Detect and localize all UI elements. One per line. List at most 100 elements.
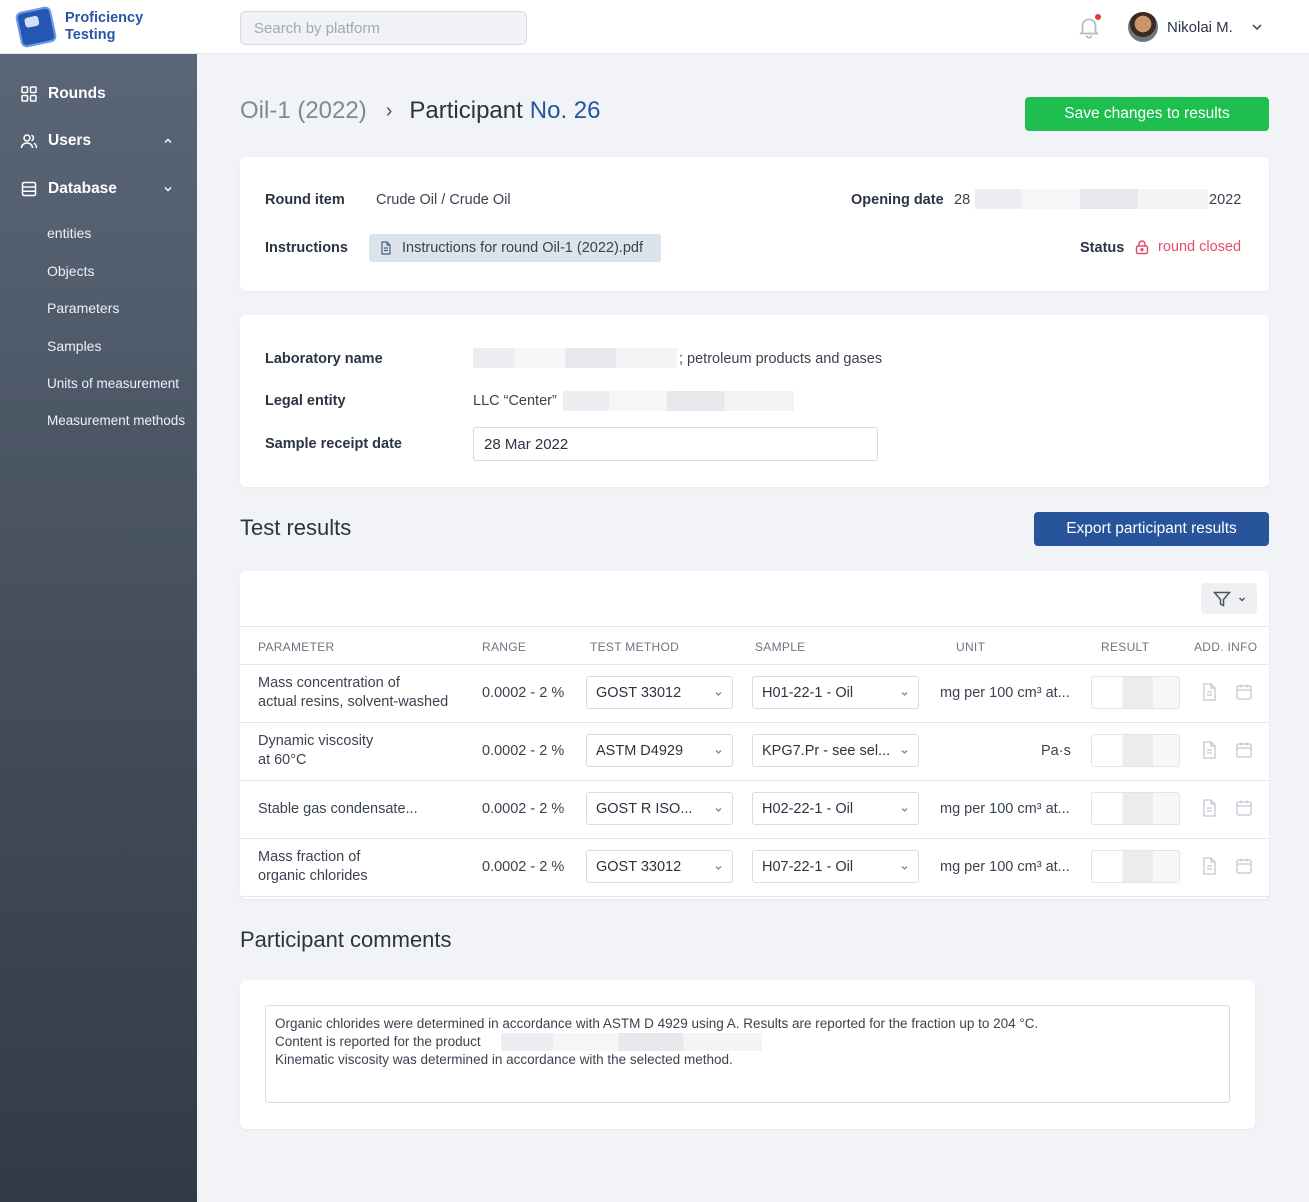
opening-date-label: Opening date bbox=[851, 192, 944, 208]
user-menu[interactable]: Nikolai M. bbox=[1128, 11, 1265, 43]
unit-cell: mg per 100 cm³ at... bbox=[940, 859, 1070, 875]
redacted-text bbox=[563, 391, 794, 411]
database-icon bbox=[21, 181, 37, 197]
sidebar-item-rounds[interactable]: Rounds bbox=[20, 85, 180, 103]
search-input[interactable] bbox=[240, 11, 527, 45]
instructions-label: Instructions bbox=[265, 240, 348, 256]
range-cell: 0.0002 - 2 % bbox=[482, 859, 565, 875]
filter-button[interactable] bbox=[1201, 583, 1257, 614]
export-results-button[interactable]: Export participant results bbox=[1034, 512, 1269, 546]
sample-select[interactable]: H02-22-1 - Oil bbox=[752, 792, 919, 825]
top-bar: Proficiency Testing Nikolai M. bbox=[0, 0, 1309, 54]
round-info-card bbox=[240, 157, 1269, 291]
sample-receipt-label: Sample receipt date bbox=[265, 436, 402, 452]
redacted-text bbox=[975, 189, 1208, 209]
calendar-icon[interactable] bbox=[1234, 740, 1254, 760]
table-row: Dynamic viscosity at 60°C 0.0002 - 2 % A… bbox=[240, 723, 1269, 781]
calendar-icon[interactable] bbox=[1234, 856, 1254, 876]
chevron-down-icon bbox=[1238, 597, 1245, 601]
app-logo[interactable]: Proficiency Testing bbox=[14, 5, 165, 49]
sidebar-subitem-objects[interactable]: Objects bbox=[47, 263, 94, 279]
chevron-down-icon bbox=[715, 750, 722, 754]
instructions-file-name: Instructions for round Oil-1 (2022).pdf bbox=[402, 240, 643, 256]
sidebar-item-database[interactable]: Database bbox=[20, 180, 180, 198]
test-results-title: Test results bbox=[240, 515, 352, 540]
sidebar-subitem-samples[interactable]: Samples bbox=[47, 338, 101, 354]
table-row: Mass concentration of actual resins, sol… bbox=[240, 665, 1269, 723]
chevron-down-icon bbox=[901, 692, 908, 696]
sample-select[interactable]: KPG7.Pr - see sel... bbox=[752, 734, 919, 767]
sample-receipt-date-input[interactable] bbox=[473, 427, 878, 461]
range-cell: 0.0002 - 2 % bbox=[482, 685, 565, 701]
parameter-cell: Stable gas condensate... bbox=[258, 801, 418, 817]
logo-text: Proficiency Testing bbox=[65, 10, 144, 43]
column-header: UNIT bbox=[956, 640, 986, 654]
column-header: TEST METHOD bbox=[590, 640, 680, 654]
method-select[interactable]: ASTM D4929 bbox=[586, 734, 733, 767]
breadcrumb-parent[interactable]: Oil-1 (2022) bbox=[240, 97, 367, 125]
column-header: SAMPLE bbox=[755, 640, 806, 654]
chevron-up-icon bbox=[164, 138, 172, 144]
parameter-cell: Dynamic viscosity at 60°C bbox=[258, 733, 374, 768]
chevron-down-icon bbox=[1252, 24, 1262, 31]
user-name: Nikolai M. bbox=[1167, 18, 1233, 36]
comments-title: Participant comments bbox=[240, 927, 452, 952]
breadcrumb: Oil-1 (2022) › Participant No. 26 bbox=[240, 97, 601, 125]
sidebar: Rounds Users Database entities Objects P… bbox=[0, 54, 197, 1202]
instructions-file-link[interactable]: Instructions for round Oil-1 (2022).pdf bbox=[369, 234, 661, 262]
lab-name-label: Laboratory name bbox=[265, 351, 383, 367]
calendar-icon[interactable] bbox=[1234, 682, 1254, 702]
table-row: Stable gas condensate... 0.0002 - 2 % GO… bbox=[240, 781, 1269, 839]
sidebar-item-label: Users bbox=[48, 132, 92, 149]
sidebar-subitem-parameters[interactable]: Parameters bbox=[47, 300, 119, 316]
chevron-down-icon bbox=[901, 866, 908, 870]
sidebar-subitem-units[interactable]: Units of measurement bbox=[47, 376, 179, 391]
unit-cell: mg per 100 cm³ at... bbox=[940, 685, 1070, 701]
round-item-label: Round item bbox=[265, 192, 345, 208]
column-header: ADD. INFO bbox=[1194, 640, 1258, 654]
sample-select[interactable]: H07-22-1 - Oil bbox=[752, 850, 919, 883]
opening-date-year: 2022 bbox=[1209, 192, 1242, 208]
document-icon[interactable] bbox=[1199, 798, 1219, 818]
method-select[interactable]: GOST R ISO... bbox=[586, 792, 733, 825]
opening-date-day: 28 bbox=[954, 192, 971, 208]
comments-textarea[interactable]: Organic chlorides were determined in acc… bbox=[265, 1005, 1230, 1103]
result-input[interactable] bbox=[1091, 676, 1180, 709]
save-changes-button[interactable]: Save changes to results bbox=[1025, 97, 1269, 131]
comment-line: Organic chlorides were determined in acc… bbox=[275, 1016, 1039, 1031]
comment-line: Kinematic viscosity was determined in ac… bbox=[275, 1052, 733, 1067]
chevron-down-icon bbox=[164, 186, 172, 192]
result-input[interactable] bbox=[1091, 792, 1180, 825]
filter-icon bbox=[1212, 591, 1231, 607]
legal-entity-label: Legal entity bbox=[265, 393, 346, 409]
comment-line: Content is reported for the product bbox=[275, 1033, 1220, 1051]
status-value: round closed bbox=[1158, 239, 1242, 255]
status-label: Status bbox=[1080, 240, 1125, 256]
sample-select[interactable]: H01-22-1 - Oil bbox=[752, 676, 919, 709]
unit-cell: mg per 100 cm³ at... bbox=[940, 801, 1070, 817]
breadcrumb-separator: › bbox=[385, 99, 393, 122]
grid-icon bbox=[21, 86, 37, 102]
redacted-text bbox=[501, 1033, 762, 1051]
chevron-down-icon bbox=[715, 808, 722, 812]
chevron-down-icon bbox=[715, 866, 722, 870]
parameter-cell: Mass concentration of actual resins, sol… bbox=[258, 675, 449, 710]
document-icon[interactable] bbox=[1199, 856, 1219, 876]
method-select[interactable]: GOST 33012 bbox=[586, 676, 733, 709]
legal-entity-value: LLC “Center” bbox=[473, 393, 557, 409]
result-input[interactable] bbox=[1091, 734, 1180, 767]
redacted-text bbox=[473, 348, 677, 368]
page-title: Participant bbox=[409, 97, 523, 124]
sidebar-subitem-methods[interactable]: Measurement methods bbox=[47, 413, 185, 428]
column-header: RESULT bbox=[1101, 640, 1150, 654]
avatar bbox=[1128, 12, 1158, 42]
sidebar-subitem-entities[interactable]: entities bbox=[47, 225, 91, 241]
document-icon[interactable] bbox=[1199, 682, 1219, 702]
result-input[interactable] bbox=[1091, 850, 1180, 883]
document-icon[interactable] bbox=[1199, 740, 1219, 760]
sidebar-item-users[interactable]: Users bbox=[20, 132, 180, 150]
calendar-icon[interactable] bbox=[1234, 798, 1254, 818]
sidebar-item-label: Rounds bbox=[48, 85, 106, 102]
method-select[interactable]: GOST 33012 bbox=[586, 850, 733, 883]
participant-number: No. 26 bbox=[529, 97, 601, 124]
